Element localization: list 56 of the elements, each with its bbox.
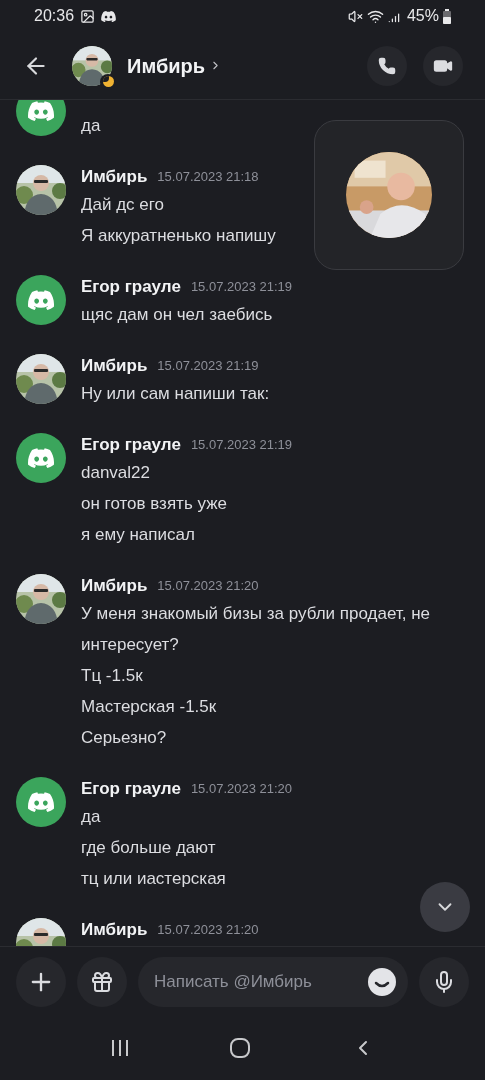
- message-text: Ну или сам напиши так:: [81, 383, 270, 405]
- message-text: danval22: [81, 462, 151, 484]
- author-name[interactable]: Имбирь: [81, 917, 148, 943]
- discord-logo-icon: [101, 10, 117, 22]
- message-text: Я аккуратненько напишу: [81, 225, 276, 247]
- avatar[interactable]: [16, 275, 66, 325]
- discord-logo-icon: [28, 290, 54, 310]
- battery-icon: [443, 8, 451, 24]
- status-time: 20:36: [34, 6, 75, 26]
- author-name[interactable]: Егор грауле: [81, 776, 181, 802]
- timestamp: 15.07.2023 21:20: [157, 921, 259, 940]
- gift-icon: [90, 969, 114, 994]
- home-icon[interactable]: [229, 1037, 252, 1059]
- video-call-button[interactable]: [423, 45, 463, 86]
- message-text: Серьезно?: [81, 727, 168, 749]
- timestamp: 15.07.2023 21:19: [190, 278, 293, 297]
- message-text: тц или иастерская: [81, 868, 227, 890]
- gallery-icon: [80, 8, 96, 24]
- microphone-button[interactable]: [419, 956, 469, 1007]
- author-name[interactable]: Егор грауле: [81, 274, 181, 300]
- timestamp: 15.07.2023 21:20: [157, 577, 259, 596]
- timestamp: 15.07.2023 21:18: [157, 168, 259, 187]
- message-input-field[interactable]: Написать @Имбирь: [138, 956, 408, 1007]
- discord-logo-icon: [28, 101, 54, 121]
- gift-button[interactable]: [77, 956, 127, 1007]
- author-name[interactable]: Имбирь: [81, 353, 148, 379]
- add-button[interactable]: [16, 956, 66, 1007]
- message-text: щяс дам он чел заебись: [81, 304, 274, 326]
- discord-logo-icon: [28, 448, 54, 468]
- emoji-icon[interactable]: [368, 967, 396, 996]
- author-name[interactable]: Егор грауле: [81, 432, 181, 458]
- message-text: Тц -1.5к: [81, 665, 144, 687]
- message-text: Дай дс его: [81, 194, 166, 216]
- author-name[interactable]: Имбирь: [81, 164, 148, 190]
- message-text: я ему написал: [81, 524, 196, 546]
- message-text: он готов взять уже: [81, 493, 228, 515]
- battery-percent: 45%: [406, 6, 439, 26]
- timestamp: 15.07.2023 21:19: [157, 357, 259, 376]
- message-text: У меня знакомый бизы за рубли продает, не интересует?: [81, 603, 432, 656]
- voice-call-button[interactable]: [367, 45, 407, 86]
- message-text: Мастерская -1.5к: [81, 696, 218, 718]
- avatar[interactable]: [16, 100, 66, 136]
- timestamp: 15.07.2023 21:19: [190, 436, 293, 455]
- author-name[interactable]: Имбирь: [81, 573, 148, 599]
- avatar[interactable]: [16, 433, 66, 483]
- message-text: да: [81, 806, 102, 828]
- call-preview-panel[interactable]: [314, 120, 464, 270]
- channel-title[interactable]: Имбирь: [127, 50, 223, 81]
- message-text: где больше дают: [81, 837, 217, 859]
- timestamp: 15.07.2023 21:20: [190, 780, 293, 799]
- message-text: да: [81, 115, 101, 137]
- discord-logo-icon: [28, 792, 54, 812]
- recent-apps-icon[interactable]: [109, 1038, 130, 1058]
- avatar[interactable]: [16, 777, 66, 827]
- phone-icon: [378, 56, 396, 75]
- mute-icon: [347, 8, 363, 24]
